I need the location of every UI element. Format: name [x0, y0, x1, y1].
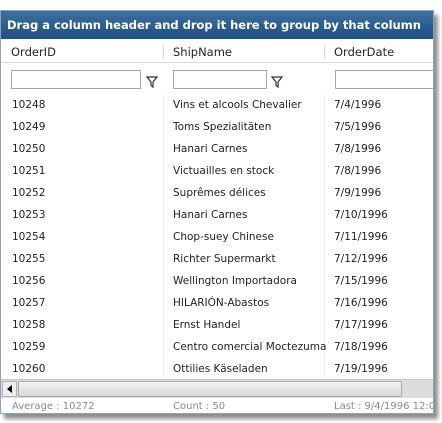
footer-count: Count : 50 [173, 401, 226, 412]
footer-average: Average : 10272 [12, 401, 95, 412]
table-row[interactable]: 10250 Hanari Carnes 7/8/1996 [1, 138, 433, 160]
table-row[interactable]: 10255 Richter Supermarkt 7/12/1996 [1, 248, 433, 270]
chevron-left-icon [7, 385, 12, 393]
cell-orderdate: 7/15/1996 [334, 275, 388, 287]
table-row[interactable]: 10258 Ernst Handel 7/17/1996 [1, 314, 433, 336]
cell-orderdate: 7/18/1996 [334, 341, 388, 353]
cell-orderid: 10248 [12, 99, 46, 111]
cell-orderid: 10249 [12, 121, 46, 133]
table-row[interactable]: 10259 Centro comercial Moctezuma 7/18/1996 [1, 336, 433, 358]
cell-shipname: Hanari Carnes [173, 143, 248, 155]
cell-shipname: Wellington Importadora [173, 275, 297, 287]
cell-shipname: Suprêmes délices [173, 187, 266, 199]
cell-shipname: Toms Spezialitäten [173, 121, 272, 133]
cell-orderid: 10255 [12, 253, 46, 265]
cell-shipname: Chop-suey Chinese [173, 231, 274, 243]
horizontal-scrollbar[interactable] [1, 379, 433, 398]
filter-row [1, 64, 433, 94]
table-row[interactable]: 10257 HILARIÓN-Abastos 7/16/1996 [1, 292, 433, 314]
cell-orderdate: 7/16/1996 [334, 297, 388, 309]
footer-last: Last : 9/4/1996 12:0 [334, 401, 434, 412]
cell-shipname: Victuailles en stock [173, 165, 275, 177]
cell-shipname: Vins et alcools Chevalier [173, 99, 302, 111]
column-header-orderid[interactable]: OrderID [1, 39, 161, 63]
cell-orderid: 10250 [12, 143, 46, 155]
orders-grid: Drag a column header and drop it here to… [0, 10, 434, 414]
cell-orderdate: 7/9/1996 [334, 187, 382, 199]
cell-orderid: 10258 [12, 319, 46, 331]
cell-orderid: 10254 [12, 231, 46, 243]
cell-orderid: 10251 [12, 165, 46, 177]
aggregate-footer: Average : 10272 Count : 50 Last : 9/4/19… [1, 399, 434, 413]
cell-orderdate: 7/8/1996 [334, 165, 382, 177]
cell-orderdate: 7/17/1996 [334, 319, 388, 331]
scrollbar-thumb[interactable] [18, 381, 402, 397]
cell-orderid: 10252 [12, 187, 46, 199]
orderdate-filter-input[interactable] [335, 70, 433, 89]
cell-shipname: Ernst Handel [173, 319, 241, 331]
shipname-filter-input[interactable] [173, 70, 267, 89]
cell-orderid: 10257 [12, 297, 46, 309]
cell-shipname: Hanari Carnes [173, 209, 248, 221]
cell-orderdate: 7/11/1996 [334, 231, 388, 243]
group-panel[interactable]: Drag a column header and drop it here to… [1, 11, 433, 39]
cell-orderid: 10256 [12, 275, 46, 287]
column-header-orderdate[interactable]: OrderDate [324, 39, 433, 63]
orderid-filter-input[interactable] [11, 70, 141, 89]
filter-icon[interactable] [270, 73, 284, 89]
cell-shipname: HILARIÓN-Abastos [173, 297, 270, 309]
column-header-row: OrderID ShipName OrderDate [1, 39, 433, 63]
cell-orderdate: 7/5/1996 [334, 121, 382, 133]
cell-orderdate: 7/8/1996 [334, 143, 382, 155]
filter-icon[interactable] [145, 73, 159, 89]
cell-orderid: 10260 [12, 363, 46, 375]
data-rows: 10248 Vins et alcools Chevalier 7/4/1996 10… [1, 94, 433, 376]
cell-shipname: Richter Supermarkt [173, 253, 276, 265]
cell-orderid: 10259 [12, 341, 46, 353]
table-row[interactable]: 10254 Chop-suey Chinese 7/11/1996 [1, 226, 433, 248]
cell-orderdate: 7/19/1996 [334, 363, 388, 375]
cell-orderid: 10253 [12, 209, 46, 221]
table-row[interactable]: 10251 Victuailles en stock 7/8/1996 [1, 160, 433, 182]
column-header-shipname[interactable]: ShipName [163, 39, 323, 63]
cell-orderdate: 7/4/1996 [334, 99, 382, 111]
scroll-left-button[interactable] [2, 381, 17, 397]
table-row[interactable]: 10252 Suprêmes délices 7/9/1996 [1, 182, 433, 204]
table-row[interactable]: 10256 Wellington Importadora 7/15/1996 [1, 270, 433, 292]
cell-orderdate: 7/12/1996 [334, 253, 388, 265]
cell-shipname: Ottilies Käseladen [173, 363, 268, 375]
table-row[interactable]: 10249 Toms Spezialitäten 7/5/1996 [1, 116, 433, 138]
cell-shipname: Centro comercial Moctezuma [173, 341, 327, 353]
table-row[interactable]: 10253 Hanari Carnes 7/10/1996 [1, 204, 433, 226]
table-row[interactable]: 10248 Vins et alcools Chevalier 7/4/1996 [1, 94, 433, 116]
cell-orderdate: 7/10/1996 [334, 209, 388, 221]
table-row[interactable]: 10260 Ottilies Käseladen 7/19/1996 [1, 358, 433, 376]
